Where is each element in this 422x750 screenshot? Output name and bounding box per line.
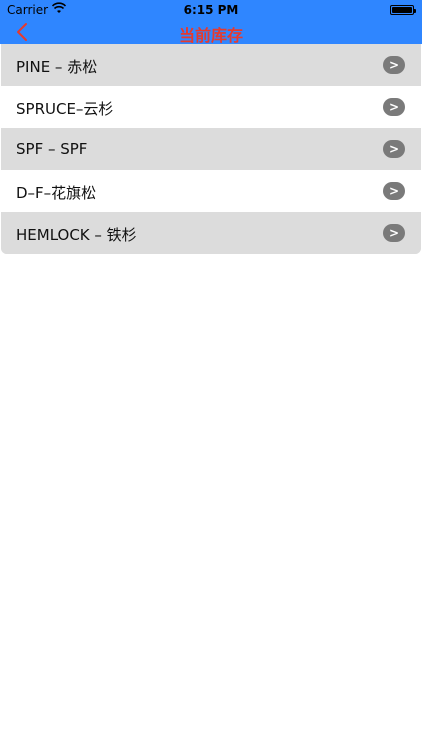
disclosure-icon: > bbox=[383, 140, 405, 158]
list-item-label: SPF – SPF bbox=[16, 140, 88, 158]
list-item-label: PINE – 赤松 bbox=[16, 58, 98, 76]
disclosure-icon: > bbox=[383, 224, 405, 242]
top-bar: Carrier 6:15 PM 当前库存 bbox=[0, 0, 422, 45]
app-screen: Carrier 6:15 PM 当前库存 PINE – 赤松 > SPRUCE–… bbox=[0, 0, 422, 750]
list-item-label: SPRUCE–云杉 bbox=[16, 100, 114, 118]
list-item-spf[interactable]: SPF – SPF > bbox=[1, 128, 421, 170]
status-bar: Carrier 6:15 PM bbox=[0, 0, 422, 20]
list-item-label: HEMLOCK – 铁杉 bbox=[16, 226, 137, 244]
page-title: 当前库存 bbox=[178, 26, 243, 45]
disclosure-icon: > bbox=[383, 98, 405, 116]
navigation-bar: 当前库存 bbox=[0, 20, 422, 45]
inventory-list: PINE – 赤松 > SPRUCE–云杉 > SPF – SPF > D–F–… bbox=[1, 44, 421, 254]
list-item-spruce[interactable]: SPRUCE–云杉 > bbox=[1, 86, 421, 128]
list-item-label: D–F–花旗松 bbox=[16, 184, 97, 202]
battery-icon bbox=[390, 5, 416, 15]
disclosure-icon: > bbox=[383, 56, 405, 74]
status-time: 6:15 PM bbox=[183, 3, 239, 17]
list-item-pine[interactable]: PINE – 赤松 > bbox=[1, 44, 421, 86]
list-item-douglas-fir[interactable]: D–F–花旗松 > bbox=[1, 170, 421, 212]
disclosure-icon: > bbox=[383, 182, 405, 200]
list-item-hemlock[interactable]: HEMLOCK – 铁杉 > bbox=[1, 212, 421, 254]
